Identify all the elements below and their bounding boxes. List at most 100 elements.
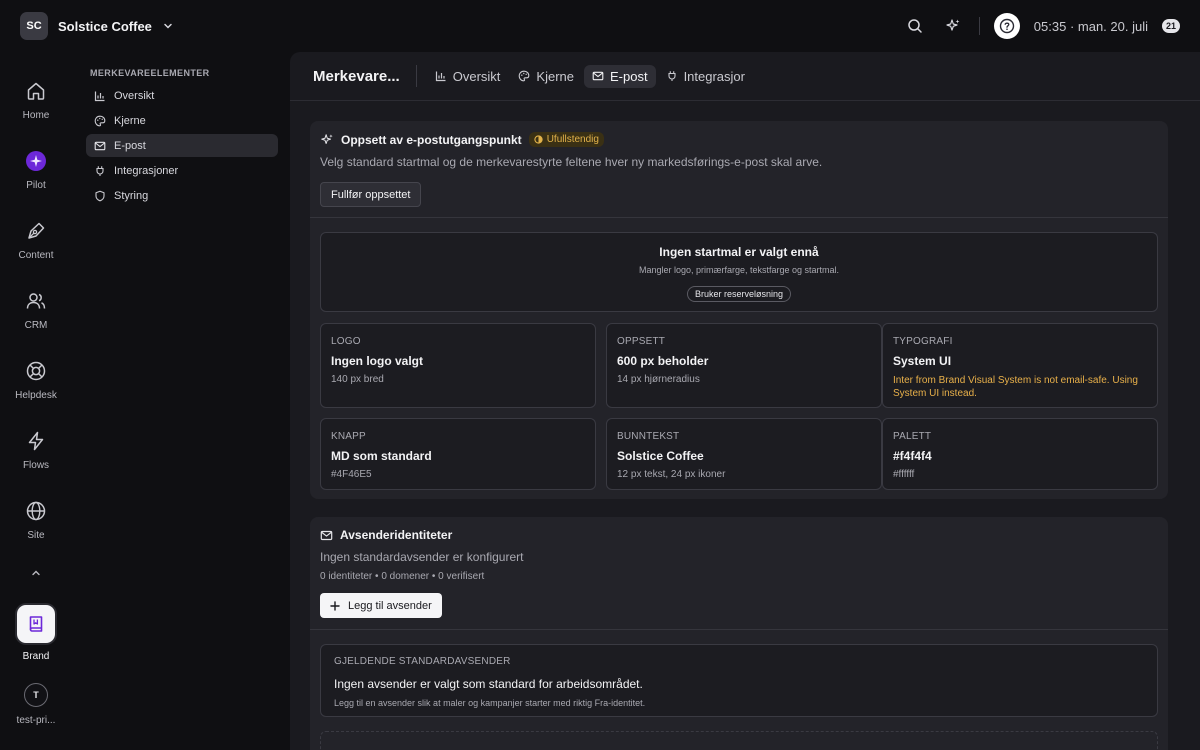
rail-item-content[interactable]: Content	[0, 220, 72, 261]
sender-identities-card: Avsenderidentiteter Ingen standardavsend…	[310, 517, 1168, 750]
users-icon	[25, 290, 47, 312]
subnav-heading: MERKEVAREELEMENTER	[90, 68, 210, 78]
main-panel: Merkevare... Oversikt Kjerne E-post Inte…	[290, 52, 1200, 750]
rail-label: Flows	[22, 460, 50, 471]
tile-button[interactable]: KNAPP MD som standard #4F46E5	[320, 418, 596, 490]
rail-label: Home	[22, 110, 50, 121]
chart-icon	[94, 90, 106, 102]
plug-icon	[666, 70, 678, 82]
tab-label: Kjerne	[536, 68, 574, 84]
rail-collapse-toggle[interactable]	[0, 567, 72, 579]
tile-layout[interactable]: OPPSETT 600 px beholder 14 px hjørneradi…	[606, 323, 882, 408]
typography-warning: Inter from Brand Visual System is not em…	[893, 375, 1138, 399]
workspace-name: Solstice Coffee	[58, 18, 152, 34]
subnav-item-oversikt[interactable]: Oversikt	[86, 84, 278, 107]
rail-label: Helpdesk	[15, 390, 57, 401]
header-divider	[415, 65, 417, 87]
mail-icon	[94, 140, 106, 152]
tile-subtext: 14 px hjørneradius	[617, 374, 700, 385]
mail-icon	[592, 70, 604, 82]
lifebuoy-icon	[25, 360, 47, 382]
rail-label: test-pri...	[16, 715, 56, 726]
subnav-label: Oversikt	[114, 89, 155, 102]
rail-item-pilot[interactable]: Pilot	[0, 150, 72, 191]
tile-caption: LOGO	[331, 336, 361, 347]
rail-item-site[interactable]: Site	[0, 500, 72, 541]
rail-label: Brand	[22, 651, 50, 662]
tile-value: MD som standard	[331, 449, 432, 463]
app-rail: Home Pilot Content CRM Helpdesk Flows Si…	[0, 52, 72, 750]
palette-icon	[94, 115, 106, 127]
rail-label: Site	[27, 530, 45, 541]
workspace-switcher[interactable]: SC Solstice Coffee	[20, 12, 174, 40]
section-divider	[310, 629, 1168, 630]
workspace-avatar: SC	[20, 12, 48, 40]
tile-caption: KNAPP	[331, 431, 366, 442]
rail-item-flows[interactable]: Flows	[0, 430, 72, 471]
rail-item-home[interactable]: Home	[0, 80, 72, 121]
tile-palette[interactable]: PALETT #f4f4f4 #ffffff	[882, 418, 1158, 490]
setup-description: Velg standard startmal og de merkevarest…	[320, 155, 823, 169]
tile-value: System UI	[893, 354, 952, 368]
plus-icon	[330, 600, 340, 611]
email-setup-card: Oppsett av e-postutgangspunkt Ufullstend…	[310, 121, 1168, 499]
tile-value: Solstice Coffee	[617, 449, 704, 463]
subnav-item-integrasjoner[interactable]: Integrasjoner	[86, 159, 278, 182]
status-label: Ufullstendig	[546, 134, 599, 145]
chevron-down-icon	[162, 20, 174, 32]
help-icon[interactable]	[993, 13, 1020, 39]
rail-item-crm[interactable]: CRM	[0, 290, 72, 331]
complete-setup-button[interactable]: Fullfør oppsettet	[320, 182, 422, 207]
tab-e-post[interactable]: E-post	[583, 64, 656, 88]
subnav-item-e-post[interactable]: E-post	[86, 134, 278, 157]
brand-subnav: MERKEVAREELEMENTER Oversikt Kjerne E-pos…	[86, 52, 278, 209]
rail-item-helpdesk[interactable]: Helpdesk	[0, 360, 72, 401]
page-title: Merkevare...	[313, 67, 400, 85]
subnav-item-kjerne[interactable]: Kjerne	[86, 109, 278, 132]
palette-icon	[518, 70, 530, 82]
setup-title: Oppsett av e-postutgangspunkt	[341, 132, 522, 147]
senders-counts: 0 identiteter • 0 domener • 0 verifisert	[320, 571, 485, 582]
tile-value: Ingen logo valgt	[331, 354, 423, 368]
fallback-badge: Bruker reserveløsning	[686, 286, 792, 302]
pilot-icon	[25, 150, 47, 172]
empty-subtitle: Mangler logo, primærfarge, tekstfarge og…	[638, 265, 840, 275]
chart-icon	[435, 70, 447, 82]
half-circle-icon	[534, 135, 543, 144]
globe-icon	[25, 500, 47, 522]
sparkles-icon[interactable]	[941, 14, 965, 38]
rail-item-brand[interactable]: Brand	[0, 605, 72, 662]
tile-typography[interactable]: TYPOGRAFI System UI Inter from Brand Vis…	[882, 323, 1158, 408]
senders-subtitle: Ingen standardavsender er konfigurert	[320, 550, 524, 564]
add-sender-dropzone[interactable]	[320, 731, 1158, 750]
brand-book-icon	[17, 605, 55, 643]
clock-date: 05:35 · man. 20. juli	[1033, 18, 1148, 34]
tile-caption: TYPOGRAFI	[893, 336, 953, 347]
toolbar-divider	[978, 17, 980, 35]
tile-subtext: #4F46E5	[331, 469, 372, 480]
tile-caption: PALETT	[893, 431, 932, 442]
sparkles-icon	[320, 133, 334, 147]
subnav-item-styring[interactable]: Styring	[86, 184, 278, 207]
tile-caption: BUNNTEKST	[617, 431, 680, 442]
add-sender-button[interactable]: Legg til avsender	[320, 593, 442, 618]
search-icon[interactable]	[903, 14, 927, 38]
top-bar: SC Solstice Coffee 05:35 · man. 20. juli…	[0, 0, 1200, 52]
tile-subtext: 12 px tekst, 24 px ikoner	[617, 469, 726, 480]
empty-template-box: Ingen startmal er valgt ennå Mangler log…	[320, 232, 1158, 312]
default-sender-caption: GJELDENDE STANDARDAVSENDER	[334, 656, 511, 667]
tab-integrasjoner[interactable]: Integrasjor	[658, 65, 753, 88]
rail-label: Content	[18, 250, 54, 261]
tab-kjerne[interactable]: Kjerne	[510, 65, 582, 88]
shield-icon	[94, 190, 106, 202]
rail-label: CRM	[24, 320, 48, 331]
tile-footer[interactable]: BUNNTEKST Solstice Coffee 12 px tekst, 2…	[606, 418, 882, 490]
notification-badge[interactable]: 21	[1161, 19, 1180, 33]
default-sender-hint: Legg til en avsender slik at maler og ka…	[334, 698, 646, 708]
bolt-icon	[25, 430, 47, 452]
pen-icon	[25, 220, 47, 242]
tab-oversikt[interactable]: Oversikt	[427, 65, 509, 88]
tile-value: 600 px beholder	[617, 354, 709, 368]
rail-item-user[interactable]: T test-pri...	[0, 683, 72, 726]
tile-logo[interactable]: LOGO Ingen logo valgt 140 px bred	[320, 323, 596, 408]
